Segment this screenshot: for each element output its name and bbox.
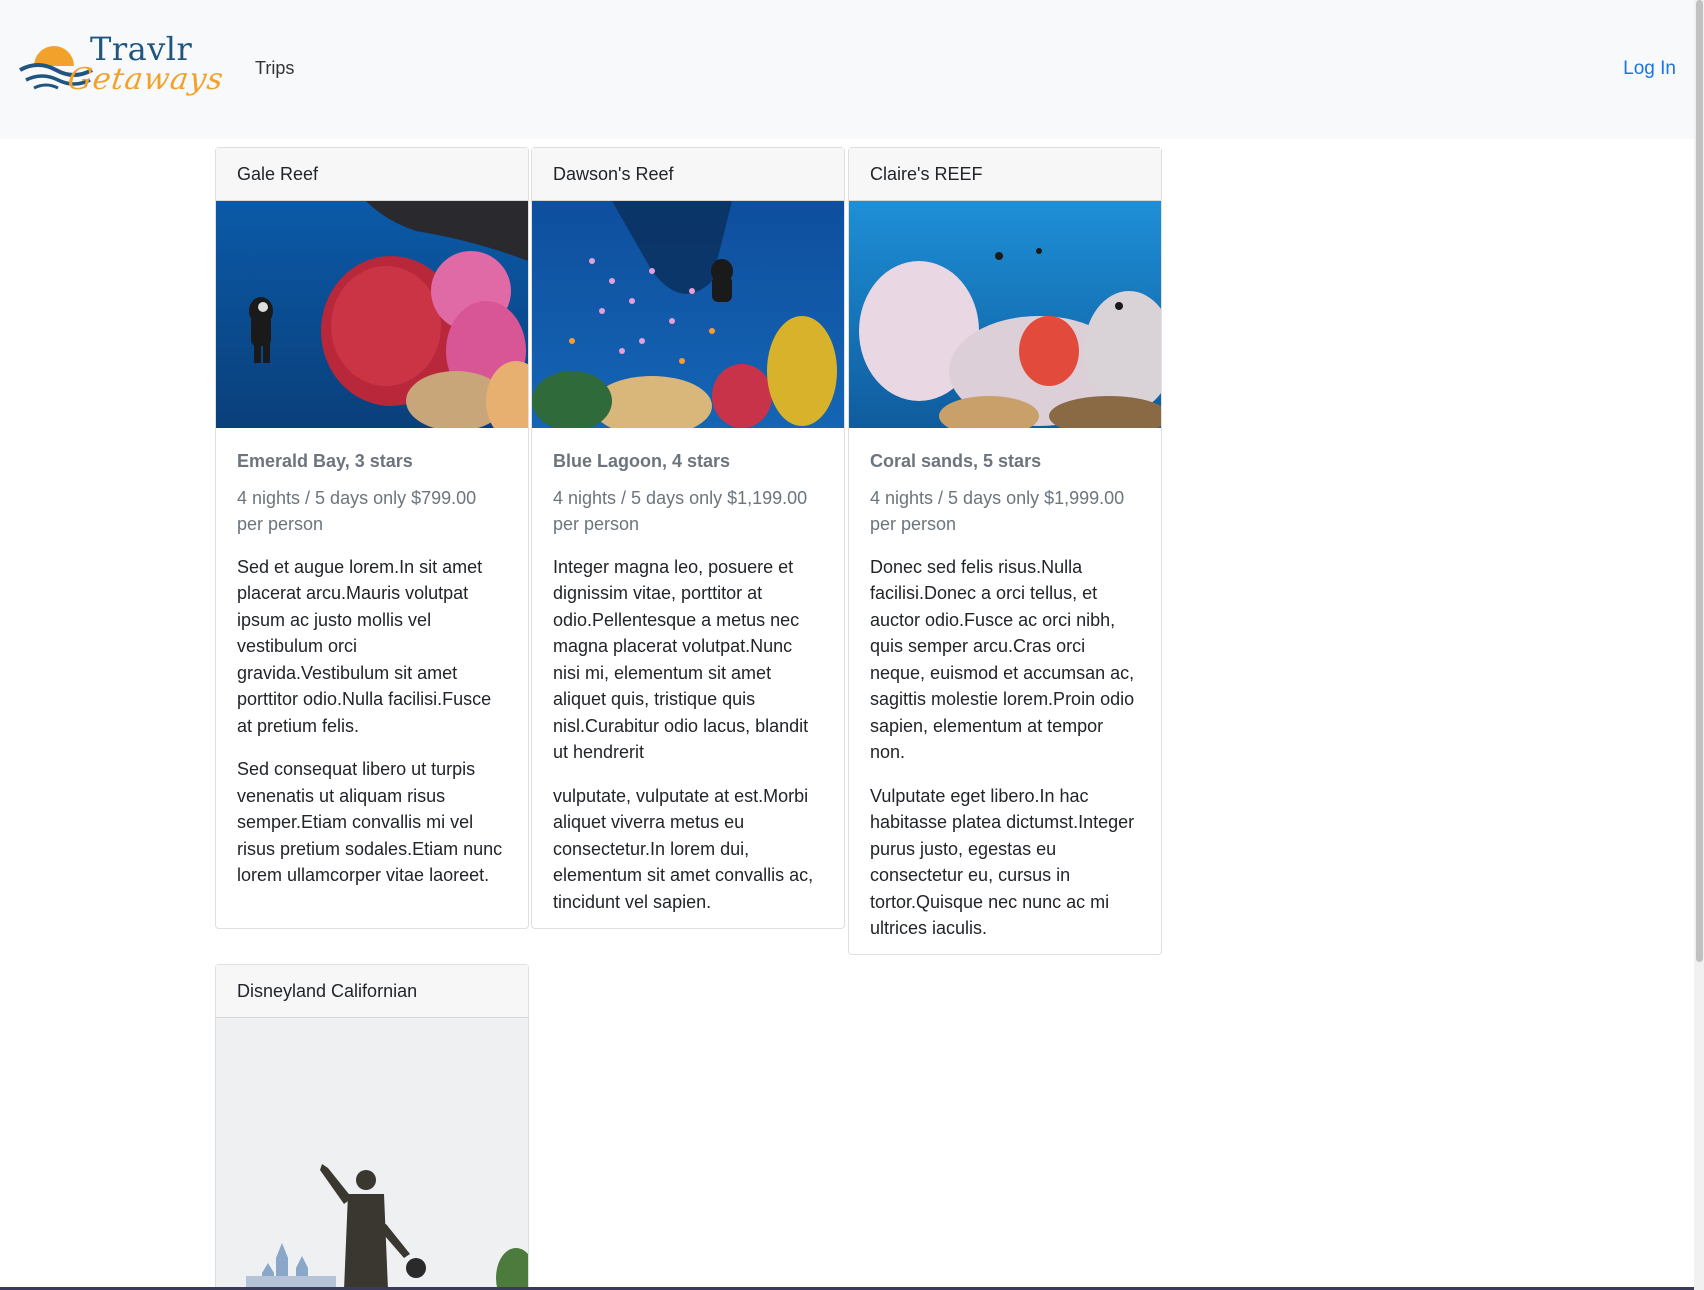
trip-image — [532, 201, 844, 428]
brand-logo[interactable]: Travlr Getaways — [18, 30, 227, 102]
trip-image — [849, 201, 1161, 428]
navbar: Travlr Getaways Trips Log In — [0, 0, 1694, 139]
card-text: Donec sed felis risus.Nulla facilisi.Don… — [870, 556, 1135, 763]
trip-card: Claire's REEF Coral sands, 5 stars 4 nig… — [848, 147, 1162, 955]
card-text: Vulputate eget libero.In hac habitasse p… — [870, 785, 1135, 939]
trip-card: Gale Reef Emerald Bay, 3 stars 4 nights … — [215, 147, 529, 929]
scrollbar-thumb[interactable] — [1696, 0, 1703, 962]
card-header: Claire's REEF — [849, 148, 1161, 201]
card-title: Coral sands, 5 stars — [870, 451, 1042, 471]
scrollbar[interactable] — [1694, 0, 1704, 1290]
card-text: vulputate, vulputate at est.Morbi alique… — [553, 785, 814, 912]
trip-card: Disneyland Californian — [215, 964, 529, 1290]
card-subtitle: 4 nights / 5 days only $799.00 per perso… — [237, 487, 477, 535]
card-header: Dawson's Reef — [532, 148, 844, 201]
brand-word-getaways: Getaways — [65, 62, 227, 97]
nav-link-login[interactable]: Log In — [1623, 58, 1676, 80]
nav-link-trips[interactable]: Trips — [255, 58, 294, 79]
card-header: Disneyland Californian — [216, 965, 528, 1018]
card-text: Integer magna leo, posuere et dignissim … — [553, 556, 809, 763]
card-text: Sed consequat libero ut turpis venenatis… — [237, 759, 503, 885]
trip-image — [216, 1018, 528, 1290]
trip-image — [216, 201, 528, 428]
card-subtitle: 4 nights / 5 days only $1,999.00 per per… — [870, 487, 1125, 535]
card-text: Sed et augue lorem.In sit amet placerat … — [237, 556, 492, 736]
card-subtitle: 4 nights / 5 days only $1,199.00 per per… — [553, 487, 808, 535]
trip-card: Dawson's Reef Blue Lagoon, 4 stars 4 nig… — [531, 147, 845, 929]
card-title: Blue Lagoon, 4 stars — [553, 451, 731, 471]
card-title: Emerald Bay, 3 stars — [237, 451, 413, 471]
card-header: Gale Reef — [216, 148, 528, 201]
